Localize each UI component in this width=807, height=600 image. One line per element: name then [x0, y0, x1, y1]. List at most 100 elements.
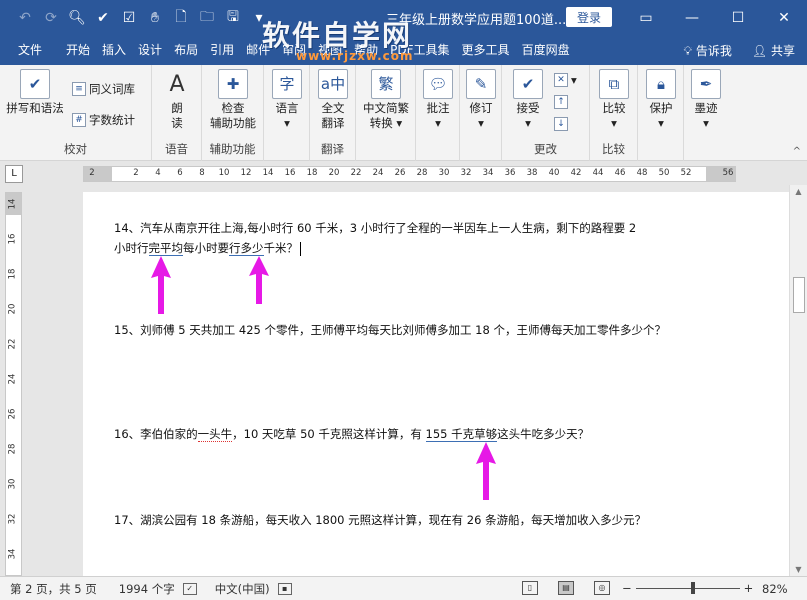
ruler-tick: 56: [723, 168, 734, 178]
tab-home[interactable]: 开始: [60, 35, 96, 65]
vruler-tick: 18: [7, 269, 17, 280]
web-layout-icon[interactable]: ◎: [594, 581, 610, 595]
tab-references[interactable]: 引用: [204, 35, 240, 65]
maximize-icon[interactable]: ☐: [715, 0, 761, 35]
document-page[interactable]: 14、汽车从南京开往上海,每小时行 60 千米，3 小时行了全程的一半因车上一人…: [83, 192, 789, 576]
collapse-ribbon-icon[interactable]: ^: [793, 146, 801, 157]
check-accessibility-button[interactable]: ✚ 检查 辅助功能: [206, 69, 260, 131]
tab-design[interactable]: 设计: [132, 35, 168, 65]
zoom-track[interactable]: [636, 588, 740, 589]
redo-icon[interactable]: ⟳: [40, 7, 62, 29]
tab-file[interactable]: 文件: [0, 35, 60, 65]
ribbon-display-icon[interactable]: ▭: [623, 0, 669, 35]
thesaurus-label: 同义词库: [89, 81, 135, 97]
macro-record-icon[interactable]: ▪: [278, 583, 292, 595]
proofing-status-icon[interactable]: ✓: [183, 583, 197, 595]
track-changes-button[interactable]: ✎ 修订▾: [465, 69, 497, 131]
accept-button[interactable]: ✔︎ 接受▾: [508, 69, 548, 131]
vruler-tick: 34: [7, 549, 17, 560]
language-status[interactable]: 中文(中国): [215, 581, 270, 597]
comments-button[interactable]: 💬︎ 批注▾: [422, 69, 454, 131]
save-icon[interactable]: 🖫: [222, 7, 244, 29]
page-indicator[interactable]: 第 2 页，共 5 页: [10, 581, 97, 597]
ruler-tick: 34: [483, 168, 494, 178]
spelling-grammar-button[interactable]: ✔︎ 拼写和语法: [4, 69, 66, 116]
question-15[interactable]: 15、刘师傅 5 天共加工 425 个零件，王师傅平均每天比刘师傅多加工 18 …: [114, 320, 714, 340]
translate-button[interactable]: a中 全文 翻译: [316, 69, 350, 131]
zoom-slider[interactable]: − +: [622, 581, 753, 595]
q14-text: 每小时要: [183, 241, 229, 255]
ruler-tick: 4: [155, 168, 160, 178]
next-change-button[interactable]: ↓: [554, 117, 568, 131]
accept-icon: ✔︎: [513, 69, 543, 99]
new-doc-icon[interactable]: 🗋: [170, 7, 192, 29]
language-button[interactable]: 字 语言▾: [270, 69, 304, 131]
question-14[interactable]: 14、汽车从南京开往上海,每小时行 60 千米，3 小时行了全程的一半因车上一人…: [114, 218, 714, 258]
group-speech: A 朗 读 语音: [152, 65, 202, 161]
share-label: 共享: [771, 44, 795, 58]
zoom-in-icon[interactable]: +: [744, 581, 754, 595]
q14-line1: 14、汽车从南京开往上海,每小时行 60 千米，3 小时行了全程的一半因车上一人…: [114, 221, 636, 235]
login-button[interactable]: 登录: [566, 7, 612, 27]
view-switcher: ▯ ▤ ◎: [522, 581, 610, 595]
horizontal-ruler[interactable]: 2 2 4 6 8 10 12 14 16 18 20 22 24 26 28 …: [83, 166, 736, 182]
compare-icon: ⧉: [599, 69, 629, 99]
word-count-button[interactable]: # 字数统计: [72, 112, 135, 128]
undo-icon[interactable]: ↶: [14, 7, 36, 29]
protect-button[interactable]: 🔒︎ 保护▾: [645, 69, 677, 131]
ink-button[interactable]: ✒︎ 墨迹▾: [690, 69, 722, 131]
zoom-knob[interactable]: [691, 582, 695, 594]
compare-button[interactable]: ⧉ 比较▾: [598, 69, 630, 131]
checkbox-icon[interactable]: ☑: [118, 7, 140, 29]
spelling-icon[interactable]: ✔︎: [92, 7, 114, 29]
close-icon[interactable]: ✕: [761, 0, 807, 35]
scroll-down-icon[interactable]: ▼: [790, 565, 807, 574]
tab-insert[interactable]: 插入: [96, 35, 132, 65]
minimize-icon[interactable]: —: [669, 0, 715, 35]
reject-icon: ✕: [554, 73, 568, 87]
ruler-tick: 22: [351, 168, 362, 178]
vertical-scrollbar[interactable]: ▲ ▼: [789, 185, 807, 576]
reject-button[interactable]: ✕▾: [554, 73, 577, 87]
previous-change-button[interactable]: ↑: [554, 95, 568, 109]
zoom-level[interactable]: 82%: [762, 582, 788, 596]
tab-layout[interactable]: 布局: [168, 35, 204, 65]
ruler-tick: 40: [549, 168, 560, 178]
ruler-tick: 12: [241, 168, 252, 178]
chinese-conversion-icon: 繁: [371, 69, 401, 99]
q16-underline: 155 千克草够: [426, 427, 498, 442]
read-mode-icon[interactable]: ▯: [522, 581, 538, 595]
tab-more-tools[interactable]: 更多工具: [456, 35, 516, 65]
read-aloud-line1: 朗: [171, 101, 183, 115]
tab-selector[interactable]: L: [5, 165, 23, 183]
share-button[interactable]: 👤︎ 共享: [752, 42, 795, 59]
print-layout-icon[interactable]: ▤: [558, 581, 574, 595]
read-aloud-line2: 读: [171, 116, 183, 130]
print-preview-icon[interactable]: 🔍︎: [66, 7, 88, 29]
tracking-label: 修订: [470, 101, 493, 115]
question-16[interactable]: 16、李伯伯家的一头牛，10 天吃草 50 千克照这样计算，有 155 千克草够…: [114, 424, 714, 444]
scroll-thumb[interactable]: [793, 277, 805, 313]
read-aloud-button[interactable]: A 朗 读: [162, 69, 192, 131]
vertical-ruler[interactable]: 14 16 18 20 22 24 26 28 30 32 34: [5, 192, 22, 576]
scroll-up-icon[interactable]: ▲: [790, 187, 807, 196]
word-count-status[interactable]: 1994 个字: [119, 581, 175, 597]
group-label-accessibility: 辅助功能: [202, 141, 263, 157]
q16-spell-underline: 一头牛: [198, 427, 233, 442]
open-folder-icon[interactable]: 🗀: [196, 7, 218, 29]
zoom-out-icon[interactable]: −: [622, 581, 632, 595]
touch-mode-icon[interactable]: ✋︎: [144, 7, 166, 29]
comments-label: 批注: [427, 101, 450, 115]
check-line2: 辅助功能: [210, 116, 256, 130]
question-17[interactable]: 17、湖滨公园有 18 条游船，每天收入 1800 元照这样计算，现在有 26 …: [114, 510, 714, 530]
chinese-conversion-button[interactable]: 繁 中文简繁 转换 ▾: [360, 69, 412, 131]
ruler-tick: 30: [439, 168, 450, 178]
thesaurus-button[interactable]: ≡ 同义词库: [72, 81, 135, 97]
document-area: 14、汽车从南京开往上海,每小时行 60 千米，3 小时行了全程的一半因车上一人…: [24, 185, 789, 576]
tab-baidu-netdisk[interactable]: 百度网盘: [516, 35, 576, 65]
ruler-tick: 2: [133, 168, 138, 178]
q14-underline-2: 行多少: [229, 241, 264, 256]
tell-me-box[interactable]: 💡︎ 告诉我: [684, 42, 732, 59]
next-icon: ↓: [554, 117, 568, 131]
group-label-compare: 比较: [590, 141, 637, 157]
